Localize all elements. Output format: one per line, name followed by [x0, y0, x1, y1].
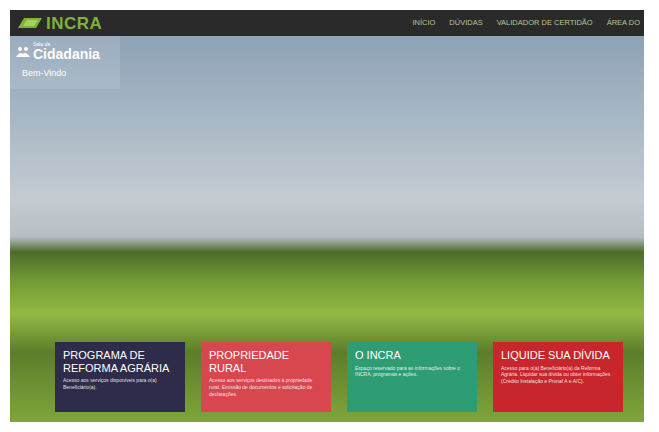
card-title: PROPRIEDADE RURAL: [209, 349, 323, 374]
card-title: LIQUIDE SUA DÍVIDA: [501, 349, 615, 362]
welcome-text: Bem-Vindo: [16, 67, 114, 81]
card-text: Acesso aos serviços destinados à proprie…: [209, 377, 323, 397]
page: INCRA INÍCIO DÚVIDAS VALIDADOR DE CERTIDÃO…: [10, 10, 644, 422]
service-card[interactable]: PROPRIEDADE RURAL Acesso aos serviços des…: [201, 342, 331, 412]
service-card[interactable]: O INCRA Espaço reservado para as informaç…: [347, 342, 477, 412]
incra-leaf-icon: [18, 17, 42, 29]
card-text: Acesso para o(a) Beneficiário(a) da Refo…: [501, 365, 615, 385]
sala-cidadania-logo: Sala da Cidadania: [16, 42, 114, 61]
main-nav: INÍCIO DÚVIDAS VALIDADOR DE CERTIDÃO ÁREA D…: [412, 17, 640, 28]
nav-link[interactable]: ÁREA DO: [607, 17, 640, 28]
nav-link[interactable]: VALIDADOR DE CERTIDÃO: [497, 17, 593, 28]
nav-link[interactable]: INÍCIO: [412, 17, 435, 28]
top-navbar: INCRA INÍCIO DÚVIDAS VALIDADOR DE CERTIDÃO…: [10, 10, 644, 36]
card-text: Espaço reservado para as informações sob…: [355, 365, 469, 379]
hero-photo: Sala da Cidadania Bem-Vindo PROGRAMA DE …: [10, 36, 644, 422]
incra-logo[interactable]: INCRA: [18, 15, 102, 32]
service-cards: PROGRAMA DE REFORMA AGRÁRIA Acesso aos se…: [10, 342, 644, 422]
card-text: Acesso aos serviços disponíveis para o(a…: [63, 377, 177, 391]
nav-link[interactable]: DÚVIDAS: [449, 17, 482, 28]
card-title: PROGRAMA DE REFORMA AGRÁRIA: [63, 349, 177, 374]
logo-text[interactable]: INCRA: [46, 15, 102, 32]
welcome-panel: Sala da Cidadania Bem-Vindo: [10, 36, 120, 89]
people-icon: [16, 46, 30, 58]
brand-name: Cidadania: [33, 47, 100, 61]
card-title: O INCRA: [355, 349, 469, 362]
service-card[interactable]: PROGRAMA DE REFORMA AGRÁRIA Acesso aos se…: [55, 342, 185, 412]
service-card[interactable]: LIQUIDE SUA DÍVIDA Acesso para o(a) Benef…: [493, 342, 623, 412]
